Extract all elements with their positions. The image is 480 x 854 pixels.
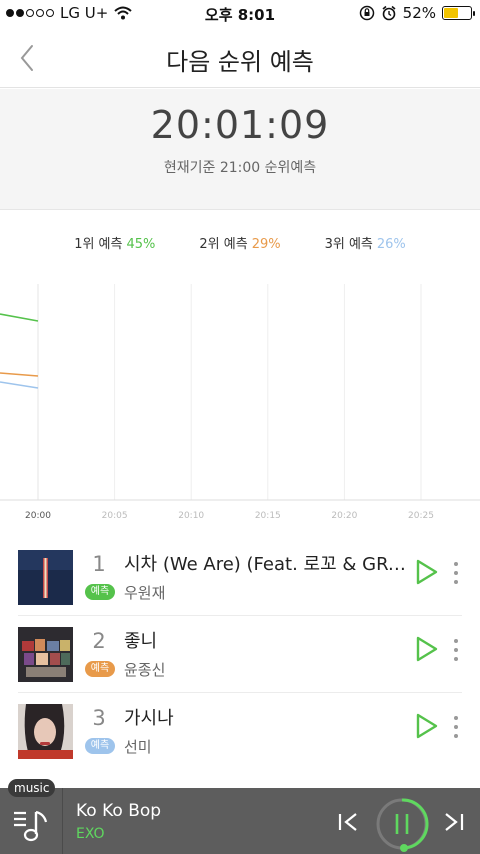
x-tick-label: 20:15 [255,511,281,521]
predict-badge: 예측 [85,738,115,754]
legend-label: 2위 예측 [199,237,248,252]
alarm-icon [382,5,396,21]
song-title: 가시나 [124,708,174,729]
list-item[interactable]: 1 예측 시차 (We Are) (Feat. 로꼬 & GRAY) 우원재 [0,540,480,616]
x-tick-label: 20:10 [178,511,204,521]
nav-bar: 다음 순위 예측 [0,28,480,88]
x-tick-label: 20:00 [25,511,51,521]
legend-item-1: 1위 예측 45% [74,233,155,252]
timer-subtitle: 현재기준 21:00 순위예측 [163,160,317,176]
legend-percent: 26% [376,237,406,252]
song-artist: 선미 [124,738,152,756]
rank-number: 1 [92,552,106,576]
album-art [18,704,73,759]
predict-badge: 예측 [85,661,115,677]
song-title: 좋니 [124,631,158,652]
battery-percent: 52% [402,4,436,22]
more-options-icon[interactable] [448,635,464,665]
list-item[interactable]: 2 예측 좋니 윤종신 [0,617,480,693]
timer-panel: 20:01:09 현재기준 21:00 순위예측 [0,89,480,210]
x-tick-label: 20:20 [331,511,357,521]
next-track-icon[interactable] [440,810,466,834]
music-tab[interactable]: music [8,779,56,797]
status-bar: LG U+ 오후 8:01 52% [0,0,480,28]
legend-label: 3위 예측 [324,237,373,252]
chart-legend: 1위 예측 45% 2위 예측 29% 3위 예측 26% [0,233,480,252]
now-playing-artist: EXO [76,826,105,842]
now-playing-title: Ko Ko Bop [76,801,162,821]
album-art [18,550,73,605]
rotation-lock-icon [359,5,374,21]
play-icon[interactable] [414,712,440,740]
countdown-clock: 20:01:09 [150,103,330,147]
x-tick-label: 20:25 [408,511,434,521]
play-icon[interactable] [414,635,440,663]
legend-item-3: 3위 예측 26% [325,233,406,252]
series-line [0,381,39,389]
divider [18,692,462,693]
more-options-icon[interactable] [448,558,464,588]
rank-number: 2 [92,629,106,653]
divider [62,788,63,854]
series-line [0,372,39,377]
legend-percent: 29% [251,237,281,252]
album-art [18,627,73,682]
divider [18,615,462,616]
predict-badge: 예측 [85,584,115,600]
series-line [0,313,39,322]
rank-number: 3 [92,706,106,730]
legend-percent: 45% [126,237,156,252]
prediction-chart: 20:00 20:05 20:10 20:15 20:20 20:25 [0,284,480,521]
page-title: 다음 순위 예측 [166,48,314,76]
pause-button[interactable] [374,796,430,852]
battery-icon [442,6,475,20]
x-tick-label: 20:05 [102,511,128,521]
list-item[interactable]: 3 예측 가시나 선미 [0,694,480,770]
play-icon[interactable] [414,558,440,586]
playlist-menu-icon[interactable] [12,808,52,844]
song-title: 시차 (We Are) (Feat. 로꼬 & GRAY) [124,554,406,575]
legend-item-2: 2위 예측 29% [199,233,280,252]
song-artist: 우원재 [124,584,166,602]
mini-player[interactable]: Ko Ko Bop EXO [0,788,480,854]
more-options-icon[interactable] [448,712,464,742]
legend-label: 1위 예측 [74,237,123,252]
previous-track-icon[interactable] [336,810,362,834]
song-artist: 윤종신 [124,661,166,679]
